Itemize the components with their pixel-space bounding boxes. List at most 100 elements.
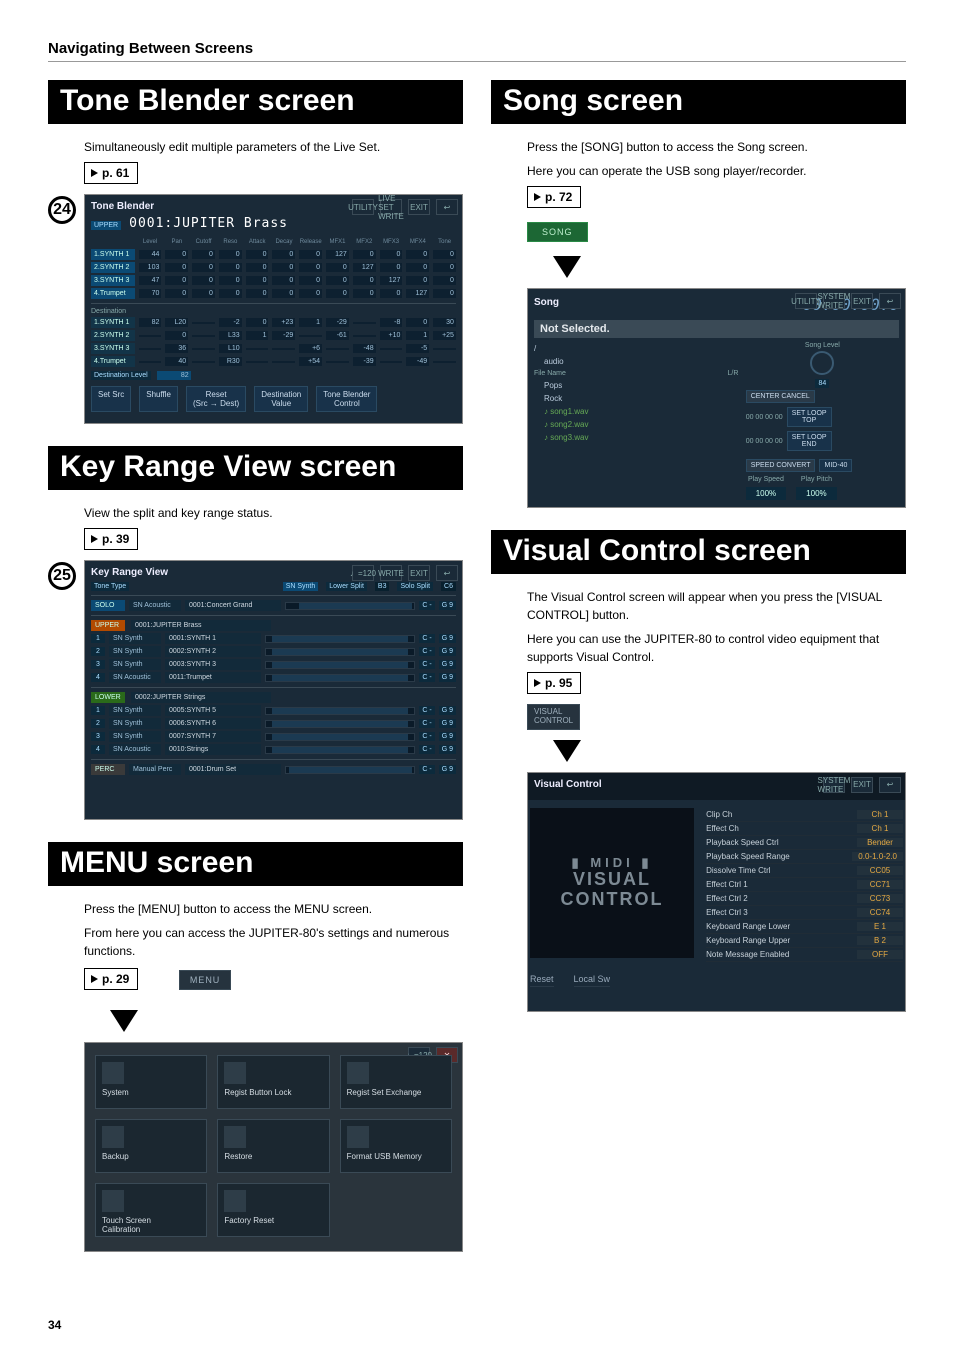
mid-40-button[interactable]: MID-40	[819, 459, 852, 472]
param-cell[interactable]: 0	[219, 276, 242, 285]
back-icon[interactable]: ↩	[436, 199, 458, 215]
param-cell[interactable]: 0	[272, 263, 295, 272]
part-label[interactable]: 1.SYNTH 1	[91, 249, 135, 260]
center-cancel-button[interactable]: CENTER CANCEL	[746, 390, 815, 403]
param-cell[interactable]: 127	[326, 250, 349, 259]
liveset-write-icon[interactable]: LIVE SET WRITE	[380, 199, 402, 215]
dest-cell[interactable]	[192, 361, 215, 363]
exit-icon[interactable]: EXIT	[408, 199, 430, 215]
dest-cell[interactable]: +6	[299, 344, 322, 353]
param-cell[interactable]: 0	[272, 250, 295, 259]
param-row[interactable]: Clip ChCh 1	[706, 808, 903, 822]
part-label[interactable]: 4.Trumpet	[91, 288, 135, 299]
dest-cell[interactable]	[246, 348, 269, 350]
dest-cell[interactable]	[192, 322, 215, 324]
param-cell[interactable]: 0	[246, 276, 269, 285]
tempo-indicator[interactable]: ♩=120	[352, 565, 374, 581]
range-bar[interactable]	[265, 707, 415, 715]
reset-tab[interactable]: Reset	[530, 972, 554, 987]
dest-cell[interactable]: +10	[380, 331, 403, 340]
dest-cell[interactable]	[246, 361, 269, 363]
param-cell[interactable]: 0	[192, 263, 215, 272]
back-icon[interactable]: ↩	[436, 565, 458, 581]
param-cell[interactable]: 44	[139, 250, 162, 259]
param-cell[interactable]: 0	[165, 276, 188, 285]
param-cell[interactable]: 0	[219, 250, 242, 259]
menu-button[interactable]: MENU	[179, 970, 232, 990]
dest-cell[interactable]	[353, 322, 376, 324]
page-reference-72[interactable]: p. 72	[527, 186, 581, 208]
system-write-icon[interactable]: SYSTEM WRITE	[823, 777, 845, 793]
dest-cell[interactable]	[326, 361, 349, 363]
local-sw-tab[interactable]: Local Sw	[574, 972, 611, 987]
param-cell[interactable]: 0	[326, 276, 349, 285]
dest-cell[interactable]: -48	[353, 344, 376, 353]
param-cell[interactable]: 0	[299, 276, 322, 285]
tone-type-button[interactable]: Tone Type	[91, 582, 129, 591]
folder-rock[interactable]: Rock	[534, 392, 738, 405]
menu-tile[interactable]: System	[95, 1055, 207, 1109]
dest-cell[interactable]: +25	[433, 331, 456, 340]
dest-cell[interactable]: 1	[246, 331, 269, 340]
dest-cell[interactable]	[326, 348, 349, 350]
range-bar[interactable]	[265, 661, 415, 669]
song-file-1[interactable]: ♪ song1.wav	[534, 405, 738, 418]
param-cell[interactable]: 0	[433, 250, 456, 259]
param-cell[interactable]: 0	[406, 263, 429, 272]
param-cell[interactable]: 127	[380, 276, 403, 285]
param-cell[interactable]: 70	[139, 289, 162, 298]
dest-cell[interactable]	[139, 348, 162, 350]
part-label[interactable]: 3.SYNTH 3	[91, 275, 135, 286]
dest-cell[interactable]: 1	[406, 331, 429, 340]
param-cell[interactable]: 0	[272, 276, 295, 285]
destination-level-label[interactable]: Destination Level	[91, 371, 151, 380]
param-cell[interactable]: 0	[380, 289, 403, 298]
destination-value-button[interactable]: Destination Value	[254, 386, 308, 412]
part-label[interactable]: 2.SYNTH 2	[91, 262, 135, 273]
song-file-2[interactable]: ♪ song2.wav	[534, 418, 738, 431]
part-upper[interactable]: UPPER	[91, 620, 125, 631]
param-cell[interactable]: 0	[165, 263, 188, 272]
dest-cell[interactable]: 36	[165, 344, 188, 353]
utility-icon[interactable]: UTILITY	[352, 199, 374, 215]
page-reference-61[interactable]: p. 61	[84, 162, 138, 184]
param-cell[interactable]: 0	[192, 289, 215, 298]
param-cell[interactable]: 0	[299, 250, 322, 259]
param-cell[interactable]: 0	[272, 289, 295, 298]
dest-cell[interactable]	[380, 348, 403, 350]
page-reference-29[interactable]: p. 29	[84, 968, 138, 990]
dest-cell[interactable]	[192, 348, 215, 350]
dest-cell[interactable]	[353, 335, 376, 337]
param-cell[interactable]: 0	[353, 276, 376, 285]
folder-audio[interactable]: audio	[534, 355, 738, 368]
back-icon[interactable]: ↩	[879, 293, 901, 309]
menu-tile[interactable]: Regist Set Exchange	[340, 1055, 452, 1109]
param-cell[interactable]: 0	[353, 250, 376, 259]
param-row[interactable]: Effect Ctrl 2CC73	[706, 892, 903, 906]
dest-cell[interactable]: -5	[406, 344, 429, 353]
dest-cell[interactable]: L20	[165, 318, 188, 327]
song-button[interactable]: SONG	[527, 222, 588, 242]
menu-tile[interactable]: Format USB Memory	[340, 1119, 452, 1173]
dest-cell[interactable]: -39	[353, 357, 376, 366]
param-row[interactable]: Effect Ctrl 1CC71	[706, 878, 903, 892]
dest-cell[interactable]	[299, 335, 322, 337]
part-perc[interactable]: PERC	[91, 764, 125, 775]
dest-cell[interactable]	[433, 348, 456, 350]
dest-cell[interactable]: -49	[406, 357, 429, 366]
dest-cell[interactable]: -29	[326, 318, 349, 327]
play-pitch-value[interactable]: 100%	[796, 487, 836, 500]
param-row[interactable]: Note Message EnabledOFF	[706, 948, 903, 962]
dest-cell[interactable]: 0	[246, 318, 269, 327]
param-row[interactable]: Effect ChCh 1	[706, 822, 903, 836]
dest-cell[interactable]: L33	[219, 331, 242, 340]
dest-cell[interactable]: 1	[299, 318, 322, 327]
solo-split-value[interactable]: C6	[441, 582, 456, 591]
exit-icon[interactable]: EXIT	[851, 293, 873, 309]
play-speed-value[interactable]: 100%	[746, 487, 786, 500]
lower-split-value[interactable]: B3	[375, 582, 390, 591]
dest-cell[interactable]: -8	[380, 318, 403, 327]
param-cell[interactable]: 127	[406, 289, 429, 298]
speed-convert-button[interactable]: SPEED CONVERT	[746, 459, 816, 472]
folder-pops[interactable]: Pops	[534, 379, 738, 392]
